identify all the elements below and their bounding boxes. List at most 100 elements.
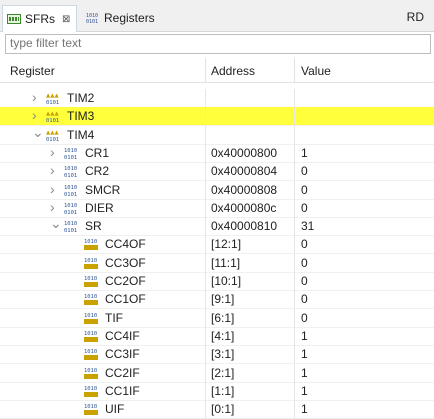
register-value[interactable]: 1 [301, 329, 308, 343]
svg-text:▲▲▲: ▲▲▲ [46, 130, 59, 136]
svg-text:1010: 1010 [84, 313, 97, 319]
svg-text:0101: 0101 [86, 19, 98, 24]
register-value[interactable]: 1 [301, 366, 308, 380]
field-icon: 1010 [84, 312, 100, 328]
register-name: SMCR [85, 182, 121, 197]
register-value[interactable]: 0 [301, 183, 308, 197]
register-value[interactable]: 1 [301, 384, 308, 398]
register-value[interactable]: 0 [301, 237, 308, 251]
register-address: 0x4000080c [211, 200, 277, 215]
register-address: 0x40000808 [211, 182, 278, 197]
field-icon: 1010 [84, 257, 100, 273]
register-address: [10:1] [211, 274, 242, 288]
svg-text:1010: 1010 [84, 386, 97, 392]
svg-text:▲▲▲: ▲▲▲ [46, 111, 59, 117]
filter-box [5, 34, 431, 54]
register-icon: 1010 0101 [64, 165, 80, 181]
tree-row[interactable]: 1010 CC1OF [9:1] 0 [0, 290, 434, 310]
tree-row[interactable]: › 1010 0101 DIER 0x4000080c 0 [0, 198, 434, 218]
cell-divider [294, 400, 295, 419]
chevron-down-icon[interactable]: ⌄ [32, 124, 44, 141]
svg-text:1010: 1010 [84, 294, 97, 300]
register-value[interactable]: 0 [301, 164, 308, 178]
tree-row[interactable]: 1010 CC3IF [3:1] 1 [0, 345, 434, 365]
svg-text:1010: 1010 [84, 276, 97, 282]
field-icon: 1010 [84, 367, 100, 383]
chevron-right-icon[interactable]: › [50, 162, 55, 178]
register-address: [12:1] [211, 237, 242, 252]
svg-text:0101: 0101 [46, 118, 59, 123]
cell-divider [205, 89, 206, 108]
view-menu-label[interactable]: RD [407, 10, 424, 24]
register-value[interactable]: 1 [301, 347, 308, 361]
tree-row[interactable]: › 1010 0101 SMCR 0x40000808 0 [0, 180, 434, 200]
tree-row[interactable]: 1010 CC4OF [12:1] 0 [0, 235, 434, 255]
register-address: [6:1] [211, 310, 235, 325]
register-value[interactable]: 0 [301, 311, 308, 325]
chevron-right-icon[interactable]: › [32, 89, 37, 105]
cell-divider [205, 253, 206, 273]
chevron-right-icon[interactable]: › [50, 181, 55, 197]
svg-text:1010: 1010 [84, 258, 97, 264]
tree-row[interactable]: 1010 TIF [6:1] 0 [0, 308, 434, 328]
register-value[interactable]: 0 [301, 256, 308, 270]
register-value[interactable]: 1 [301, 402, 308, 416]
register-name: CC4IF [105, 328, 140, 343]
filter-input[interactable] [6, 35, 428, 51]
column-header-address[interactable]: Address [211, 64, 255, 78]
cell-divider [205, 363, 206, 383]
cell-divider [294, 290, 295, 310]
register-icon: 1010 0101 [64, 184, 80, 200]
tree-row[interactable]: › 1010 0101 CR1 0x40000800 1 [0, 143, 434, 163]
tree-row[interactable]: 1010 CC2OF [10:1] 0 [0, 272, 434, 291]
chevron-right-icon[interactable]: › [32, 107, 37, 123]
tree-row[interactable]: 1010 UIF [0:1] 1 [0, 400, 434, 419]
chevron-right-icon[interactable]: › [50, 144, 55, 160]
tree-row[interactable]: ⌄ ▲▲▲ 0101 TIM4 [0, 124, 434, 145]
svg-text:0101: 0101 [46, 137, 59, 142]
cell-divider [205, 345, 206, 365]
register-value[interactable]: 31 [301, 219, 314, 233]
register-name: CC4OF [105, 237, 146, 252]
register-icon: 1010 0101 [64, 147, 80, 163]
close-icon[interactable]: ⊠ [62, 14, 70, 25]
register-address: [9:1] [211, 292, 235, 307]
sfr-view-icon [7, 14, 21, 24]
column-header-value[interactable]: Value [301, 64, 331, 78]
tree-row[interactable]: › ▲▲▲ 0101 TIM2 [0, 89, 434, 108]
tree-row[interactable]: 1010 CC1IF [1:1] 1 [0, 381, 434, 401]
tree-row[interactable]: 1010 CC3OF [11:1] 0 [0, 253, 434, 273]
svg-text:▲▲▲: ▲▲▲ [46, 93, 59, 99]
field-icon: 1010 [84, 238, 100, 254]
svg-text:1010: 1010 [64, 166, 77, 172]
chevron-down-icon[interactable]: ⌄ [50, 215, 62, 232]
cell-divider [205, 217, 206, 237]
column-divider[interactable] [294, 58, 295, 82]
chevron-right-icon[interactable]: › [50, 199, 55, 215]
field-icon: 1010 [84, 348, 100, 364]
tree-row[interactable]: › 1010 0101 CR2 0x40000804 0 [0, 162, 434, 182]
cell-divider [205, 326, 206, 346]
register-name: CC2OF [105, 274, 146, 288]
tree-row[interactable]: ⌄ 1010 0101 SR 0x40000810 31 [0, 215, 434, 237]
column-header-register[interactable]: Register [10, 64, 55, 78]
register-address: 0x40000800 [211, 145, 278, 160]
tab-sfrs[interactable]: SFRs ⊠ [2, 5, 77, 32]
register-value[interactable]: 0 [301, 201, 308, 215]
cell-divider [294, 381, 295, 401]
tree-row[interactable]: 1010 CC4IF [4:1] 1 [0, 326, 434, 346]
cell-divider [294, 363, 295, 383]
tree-row[interactable]: › ▲▲▲ 0101 TIM3 [0, 107, 434, 127]
svg-text:1010: 1010 [84, 239, 97, 245]
cell-divider [205, 308, 206, 328]
register-value[interactable]: 0 [301, 274, 308, 288]
column-divider[interactable] [205, 58, 206, 82]
register-value[interactable]: 0 [301, 292, 308, 306]
register-address: [3:1] [211, 347, 235, 362]
register-address: [11:1] [211, 255, 241, 270]
view-tab-bar: SFRs ⊠ 1010 0101 Registers RD [0, 0, 434, 32]
svg-text:1010: 1010 [84, 349, 97, 355]
tree-row[interactable]: 1010 CC2IF [2:1] 1 [0, 363, 434, 383]
register-value[interactable]: 1 [301, 146, 308, 160]
tab-registers[interactable]: 1010 0101 Registers [82, 5, 155, 30]
